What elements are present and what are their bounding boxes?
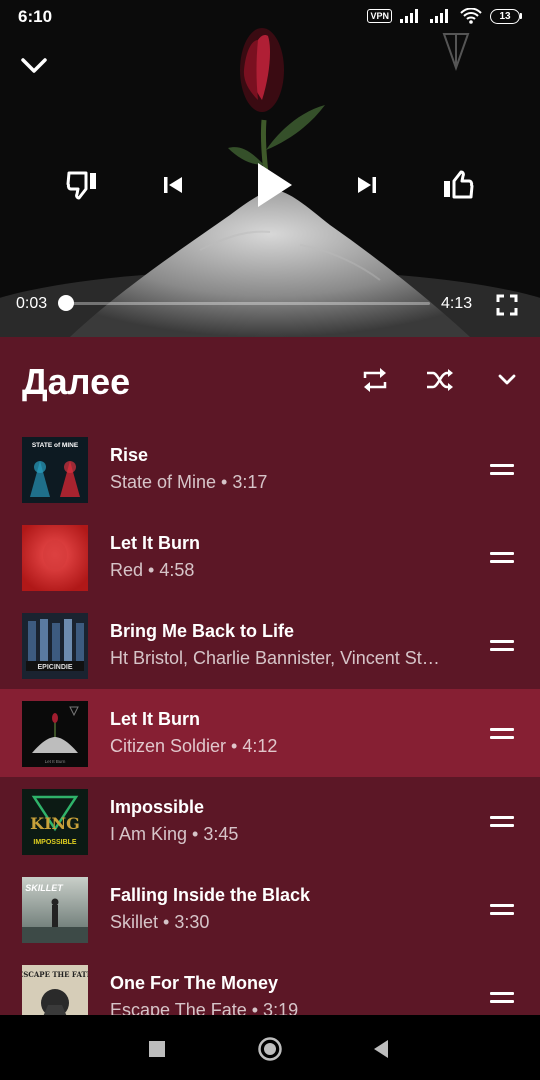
album-art-thumbnail: ESCAPE THE FATE <box>22 965 88 1015</box>
signal-icon <box>400 9 418 23</box>
shuffle-icon <box>427 369 453 391</box>
dislike-button[interactable] <box>60 162 106 208</box>
svg-text:EPICINDIE: EPICINDIE <box>37 664 72 671</box>
album-art-thumbnail <box>22 525 88 591</box>
thumbs-up-icon <box>444 170 474 199</box>
track-title: One For The Money <box>110 973 279 993</box>
epic-indie-cover: EPICINDIE <box>22 613 88 679</box>
next-track-button[interactable] <box>346 164 388 206</box>
chevron-down-icon <box>21 58 47 73</box>
collapse-player-button[interactable] <box>14 48 54 84</box>
track-subtitle: Skillet • 3:30 <box>110 912 210 932</box>
skillet-cover: SKILLET <box>22 877 88 943</box>
fullscreen-button[interactable] <box>488 286 526 324</box>
status-icons: VPN 13 <box>367 8 522 24</box>
home-circle-icon <box>258 1037 282 1061</box>
svg-text:KING: KING <box>30 814 80 833</box>
now-playing-artwork-area[interactable]: 6:10 VPN 13 0:03 4:13 <box>0 0 540 337</box>
play-icon <box>258 163 292 207</box>
back-button[interactable] <box>361 1029 401 1069</box>
wifi-icon <box>460 8 482 24</box>
queue-track[interactable]: STATE of MINE Rise State of Mine • 3:17 <box>0 425 540 513</box>
collapse-queue-button[interactable] <box>490 363 524 397</box>
battery-level: 13 <box>490 8 520 24</box>
track-subtitle: State of Mine • 3:17 <box>110 472 268 492</box>
queue-track[interactable]: Let It Burn Red • 4:58 <box>0 513 540 601</box>
svg-text:SKILLET: SKILLET <box>25 883 64 893</box>
previous-track-button[interactable] <box>152 164 194 206</box>
track-subtitle: I Am King • 3:45 <box>110 824 239 844</box>
queue-track-current[interactable]: Let It Burn Let It Burn Citizen Soldier … <box>0 689 540 777</box>
vpn-icon: VPN <box>367 9 392 23</box>
home-button[interactable] <box>250 1029 290 1069</box>
album-art-thumbnail: STATE of MINE <box>22 437 88 503</box>
like-button[interactable] <box>434 162 480 208</box>
drag-handle[interactable] <box>484 631 520 659</box>
red-cover <box>22 525 88 591</box>
repeat-icon <box>363 368 387 392</box>
shuffle-button[interactable] <box>421 361 459 399</box>
up-next-queue: Далее STATE of MINE Rise State of Mine •… <box>0 337 540 1015</box>
svg-text:IMPOSSIBLE: IMPOSSIBLE <box>33 839 77 846</box>
track-subtitle: Ht Bristol, Charlie Bannister, Vincent S… <box>110 648 440 668</box>
system-navigation-bar <box>0 1015 540 1080</box>
play-button[interactable] <box>246 155 302 215</box>
track-title: Rise <box>110 445 149 465</box>
recents-square-icon <box>149 1041 165 1057</box>
drag-handle[interactable] <box>484 983 520 1011</box>
svg-text:ESCAPE THE FATE: ESCAPE THE FATE <box>22 970 88 979</box>
track-title: Let It Burn <box>110 533 200 553</box>
album-art-thumbnail: EPICINDIE <box>22 613 88 679</box>
drag-handle[interactable] <box>484 719 520 747</box>
skip-previous-icon <box>164 177 182 193</box>
thumbs-down-icon <box>66 171 96 200</box>
chevron-down-icon <box>498 374 516 385</box>
repeat-button[interactable] <box>356 361 394 399</box>
signal-icon <box>430 9 448 23</box>
queue-header: Далее <box>0 337 540 429</box>
battery-icon: 13 <box>490 8 522 24</box>
drag-handle[interactable] <box>484 543 520 571</box>
track-title: Bring Me Back to Life <box>110 621 295 641</box>
track-title: Impossible <box>110 797 205 817</box>
back-triangle-icon <box>374 1040 388 1058</box>
citizen-soldier-cover: Let It Burn <box>22 701 88 767</box>
state-of-mine-cover: STATE of MINE <box>22 437 88 503</box>
skip-next-icon <box>358 177 376 193</box>
queue-track[interactable]: KING IMPOSSIBLE Impossible I Am King • 3… <box>0 777 540 865</box>
queue-track[interactable]: SKILLET Falling Inside the Black Skillet… <box>0 865 540 953</box>
drag-handle[interactable] <box>484 455 520 483</box>
track-subtitle: Escape The Fate • 3:19 <box>110 1000 299 1015</box>
drag-handle[interactable] <box>484 807 520 835</box>
seek-bar[interactable] <box>58 295 430 311</box>
svg-text:STATE of MINE: STATE of MINE <box>32 442 79 449</box>
track-subtitle: Red • 4:58 <box>110 560 195 580</box>
queue-track[interactable]: EPICINDIE Bring Me Back to Life Ht Brist… <box>0 601 540 689</box>
total-time: 4:13 <box>441 295 473 312</box>
fullscreen-icon <box>496 294 518 316</box>
queue-title: Далее <box>22 361 131 402</box>
recents-button[interactable] <box>137 1029 177 1069</box>
album-art-thumbnail: Let It Burn <box>22 701 88 767</box>
status-time: 6:10 <box>18 7 53 26</box>
album-art-thumbnail: KING IMPOSSIBLE <box>22 789 88 855</box>
track-title: Let It Burn <box>110 709 200 729</box>
status-bar: 6:10 VPN 13 <box>0 0 540 34</box>
queue-track[interactable]: ESCAPE THE FATE One For The Money Escape… <box>0 953 540 1015</box>
drag-handle[interactable] <box>484 895 520 923</box>
track-title: Falling Inside the Black <box>110 885 311 905</box>
svg-text:Let It Burn: Let It Burn <box>45 759 66 764</box>
album-art-thumbnail: SKILLET <box>22 877 88 943</box>
escape-the-fate-cover: ESCAPE THE FATE <box>22 965 88 1015</box>
i-am-king-cover: KING IMPOSSIBLE <box>22 789 88 855</box>
track-subtitle: Citizen Soldier • 4:12 <box>110 736 278 756</box>
current-time: 0:03 <box>16 295 48 312</box>
